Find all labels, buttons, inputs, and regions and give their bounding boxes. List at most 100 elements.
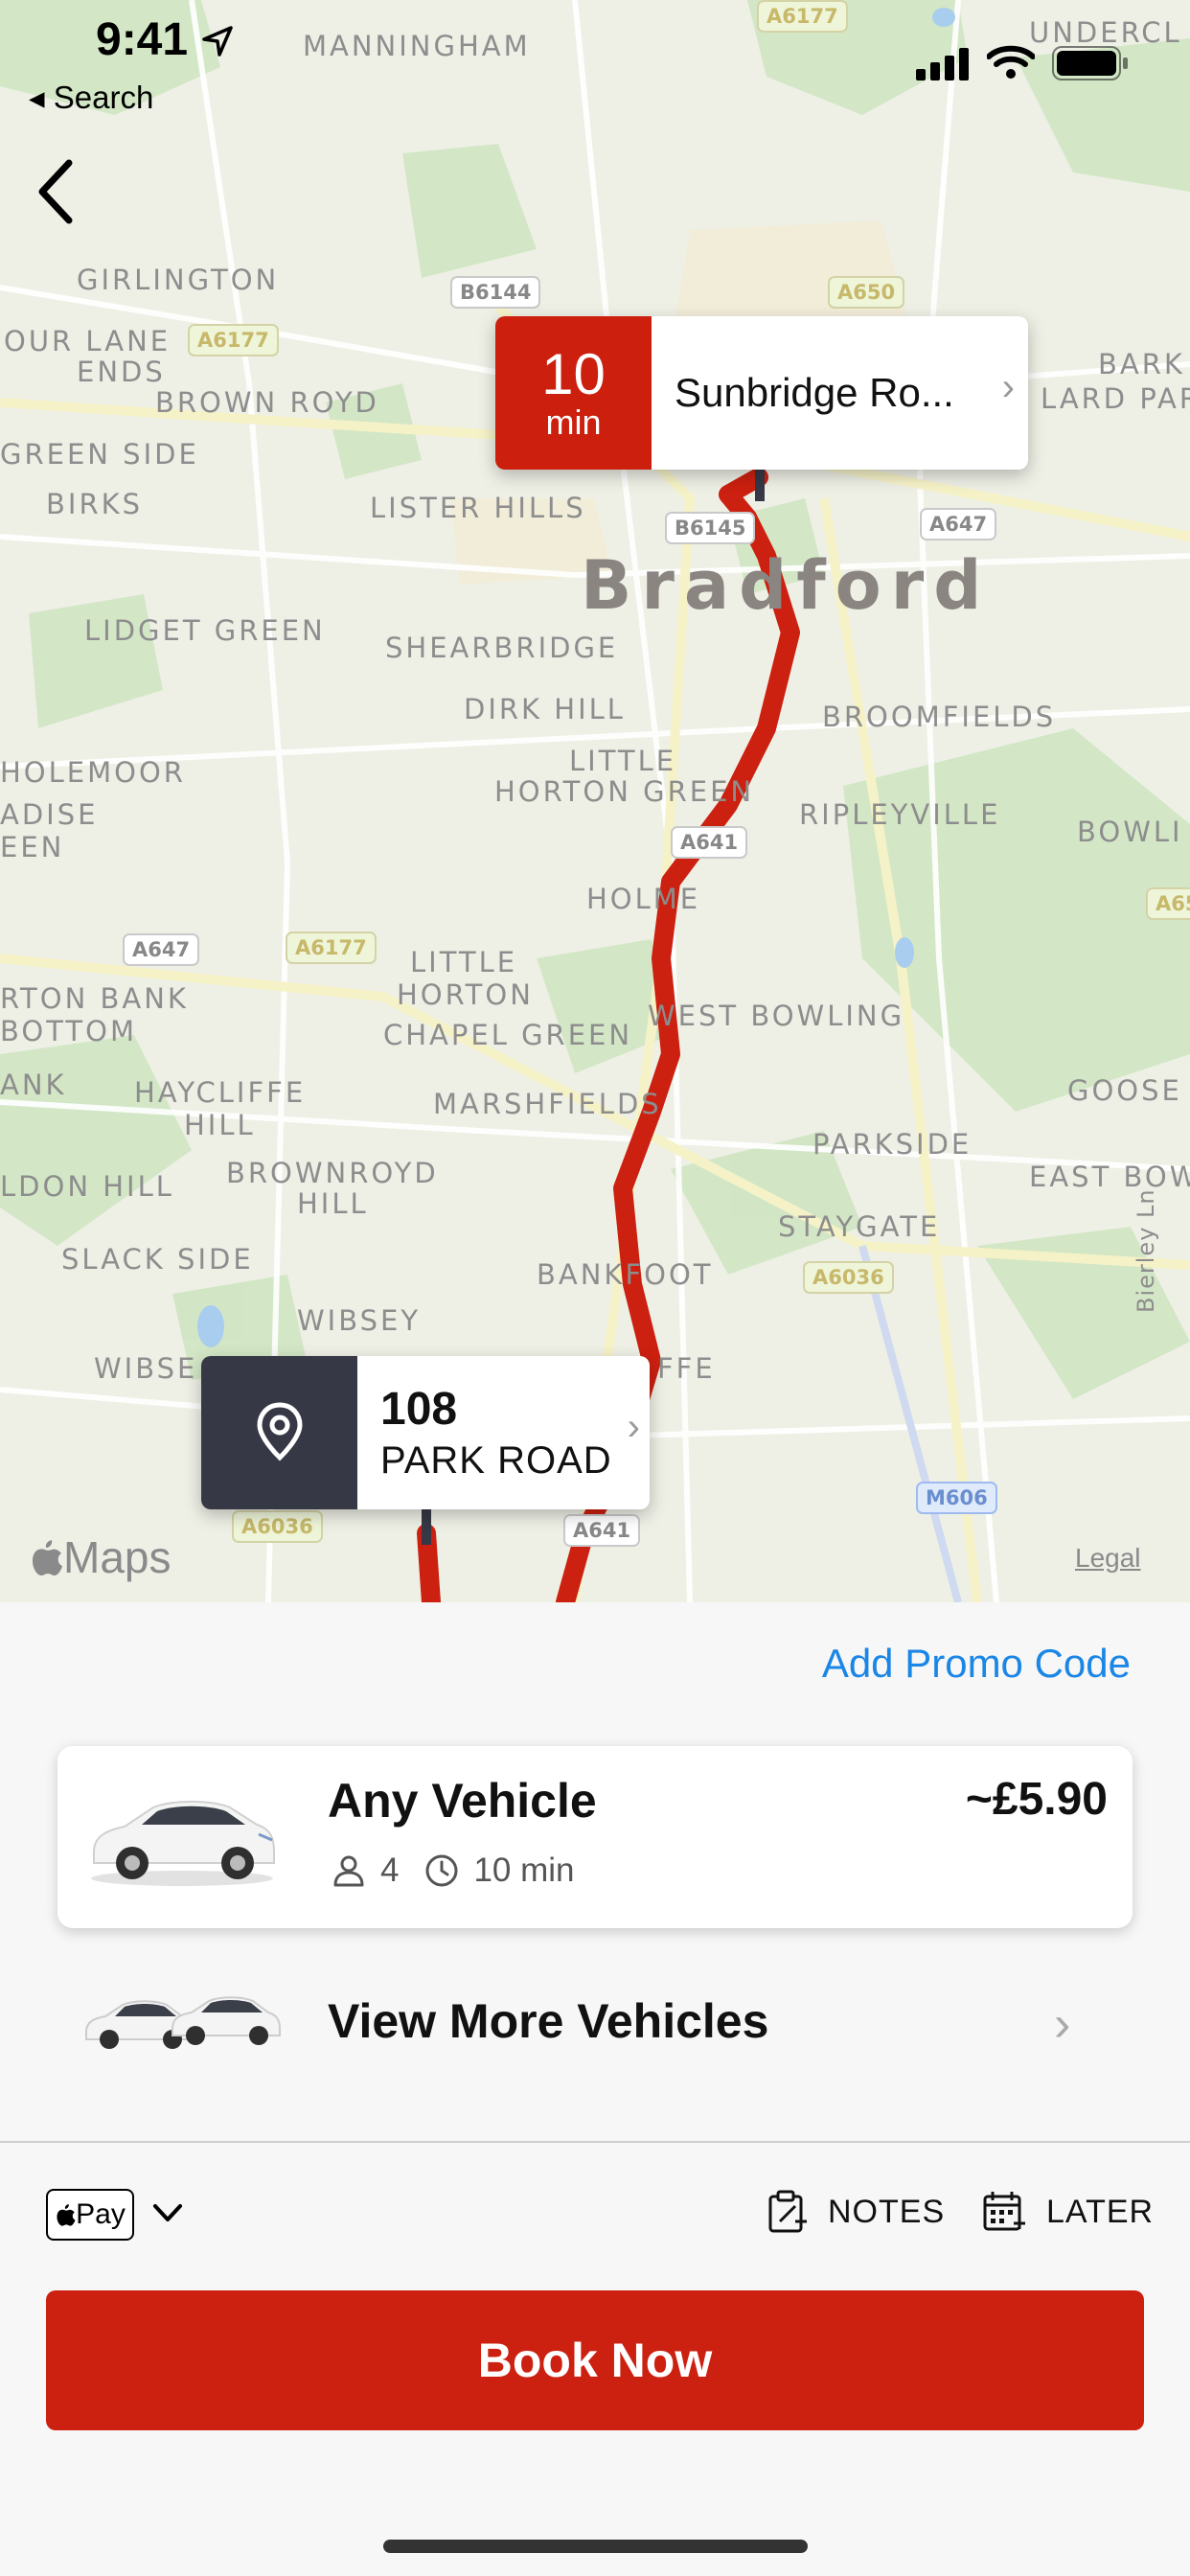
eta-minutes: 10 bbox=[541, 342, 606, 406]
map-label: SHEARBRIDGE bbox=[385, 632, 619, 664]
pickup-street: PARK ROAD bbox=[380, 1439, 612, 1482]
back-chevron-icon[interactable] bbox=[29, 153, 86, 230]
map-label: BROOMFIELDS bbox=[822, 701, 1057, 733]
map-label: HORTON bbox=[397, 978, 534, 1011]
view-more-vehicles-label: View More Vehicles bbox=[328, 1994, 769, 2048]
map-label: GREEN SIDE bbox=[0, 438, 199, 471]
map-label: LDON HILL bbox=[0, 1170, 174, 1203]
cars-image bbox=[85, 1996, 281, 2049]
map-label: LIDGET GREEN bbox=[84, 614, 326, 647]
map-label: Bierley Ln bbox=[1133, 1188, 1159, 1313]
map-label: BIRKS bbox=[46, 488, 144, 520]
map-label: ADISE bbox=[0, 798, 99, 831]
eta-unit: min bbox=[545, 402, 602, 442]
map-label: RTON BANK bbox=[0, 982, 189, 1015]
notes-label: NOTES bbox=[828, 2193, 946, 2230]
map-label: STAYGATE bbox=[778, 1210, 941, 1243]
vehicle-seats: 4 bbox=[380, 1852, 400, 1889]
map-label: CHAPEL GREEN bbox=[383, 1019, 633, 1051]
map-label: EEN bbox=[0, 831, 65, 863]
view-more-vehicles-row[interactable]: View More Vehicles › bbox=[0, 1966, 1190, 2072]
location-arrow-icon bbox=[202, 26, 233, 57]
apple-maps-logo: Maps bbox=[29, 1531, 171, 1583]
vehicle-price: ~£5.90 bbox=[965, 1774, 1108, 1825]
payment-method-selector[interactable]: Pay bbox=[46, 2189, 134, 2241]
map-label: ANK bbox=[0, 1069, 67, 1101]
map-label: LISTER HILLS bbox=[370, 492, 586, 524]
road-shield: A6036 bbox=[803, 1261, 894, 1294]
road-shield: A641 bbox=[563, 1514, 641, 1547]
car-image bbox=[91, 1801, 275, 1886]
later-label: LATER bbox=[1046, 2193, 1155, 2230]
map-label: WIBSE bbox=[94, 1352, 198, 1385]
book-now-button[interactable]: Book Now bbox=[46, 2290, 1144, 2430]
apple-pay-label: Pay bbox=[76, 2198, 126, 2230]
map-label: HILL bbox=[184, 1109, 256, 1141]
map-label: FFE bbox=[657, 1352, 716, 1385]
maps-label: Maps bbox=[63, 1532, 172, 1582]
map-label: HAYCLIFFE bbox=[134, 1076, 307, 1109]
city-label: Bradford bbox=[581, 546, 992, 625]
map-label: BROWN ROYD bbox=[155, 386, 379, 419]
vehicle-eta: 10 min bbox=[473, 1852, 575, 1889]
map-label: LITTLE bbox=[410, 946, 518, 978]
pickup-callout[interactable]: 108 PARK ROAD › bbox=[201, 1356, 650, 1509]
destination-name: Sunbridge Ro... bbox=[675, 370, 954, 415]
map-label: HOLME bbox=[586, 883, 701, 915]
destination-callout[interactable]: 10 min Sunbridge Ro... › bbox=[495, 316, 1028, 470]
map-label: EAST BOW bbox=[1029, 1161, 1190, 1193]
map-label: PARKSIDE bbox=[812, 1128, 973, 1161]
later-button[interactable]: LATER bbox=[981, 2189, 1154, 2235]
road-shield: A647 bbox=[123, 933, 200, 966]
map-view[interactable]: MANNINGHAM GIRLINGTON OUR LANE ENDS BROW… bbox=[0, 0, 1190, 1602]
road-shield: A650 bbox=[828, 276, 905, 309]
signal-icon bbox=[916, 48, 969, 80]
booking-sheet: Add Promo Code Any Vehicle ~£5.90 4 10 m… bbox=[0, 1602, 1190, 2576]
map-label: LITTLE bbox=[569, 745, 677, 777]
map-label: LARD PAR bbox=[1041, 382, 1190, 415]
chevron-right-icon: › bbox=[627, 1406, 640, 1448]
chevron-down-icon[interactable] bbox=[151, 2198, 184, 2227]
chevron-right-icon: › bbox=[1054, 1996, 1071, 2052]
divider bbox=[0, 2141, 1190, 2143]
map-label: BROWNROYD bbox=[226, 1157, 439, 1189]
road-shield: A6177 bbox=[286, 932, 377, 964]
map-label: GIRLINGTON bbox=[77, 264, 280, 296]
clock-icon bbox=[425, 1854, 458, 1887]
map-label: BOWLI bbox=[1077, 816, 1183, 848]
pickup-badge bbox=[201, 1356, 357, 1509]
map-label: ENDS bbox=[77, 356, 166, 388]
road-shield: A647 bbox=[920, 508, 997, 540]
battery-icon bbox=[1052, 46, 1128, 80]
map-label: WIBSEY bbox=[297, 1304, 422, 1337]
vehicle-option-card[interactable]: Any Vehicle ~£5.90 4 10 min bbox=[57, 1746, 1133, 1928]
back-to-search[interactable]: ◂ Search bbox=[29, 79, 153, 116]
person-icon bbox=[333, 1855, 364, 1887]
notes-icon bbox=[768, 2190, 807, 2233]
map-label: SLACK SIDE bbox=[61, 1243, 254, 1276]
map-label: HOLEMOOR bbox=[0, 756, 186, 789]
eta-badge: 10 min bbox=[495, 316, 652, 470]
notes-button[interactable]: NOTES bbox=[767, 2189, 945, 2235]
apple-logo-icon bbox=[33, 1540, 62, 1576]
map-label: WEST BOWLING bbox=[648, 1000, 905, 1032]
map-label: RIPLEYVILLE bbox=[799, 798, 1001, 831]
calendar-icon bbox=[983, 2192, 1025, 2231]
add-promo-code-link[interactable]: Add Promo Code bbox=[822, 1641, 1131, 1687]
legal-link[interactable]: Legal bbox=[1075, 1543, 1141, 1574]
chevron-right-icon: › bbox=[1001, 366, 1015, 408]
apple-logo-icon bbox=[57, 2204, 76, 2226]
road-shield: B6144 bbox=[450, 276, 541, 309]
map-label: GOOSE bbox=[1067, 1074, 1182, 1107]
status-bar: 9:41 ◂ Search bbox=[0, 0, 1190, 125]
map-label: MARSHFIELDS bbox=[433, 1088, 662, 1120]
pickup-number: 108 bbox=[380, 1384, 458, 1435]
map-label: HORTON GREEN bbox=[494, 775, 755, 808]
map-label: DIRK HILL bbox=[464, 693, 626, 725]
location-pin-icon bbox=[256, 1402, 303, 1461]
vehicle-name: Any Vehicle bbox=[328, 1774, 597, 1828]
map-label: HILL bbox=[297, 1187, 369, 1220]
map-label: BARK bbox=[1098, 348, 1185, 380]
wifi-icon bbox=[987, 45, 1035, 79]
road-shield: M606 bbox=[916, 1482, 997, 1514]
